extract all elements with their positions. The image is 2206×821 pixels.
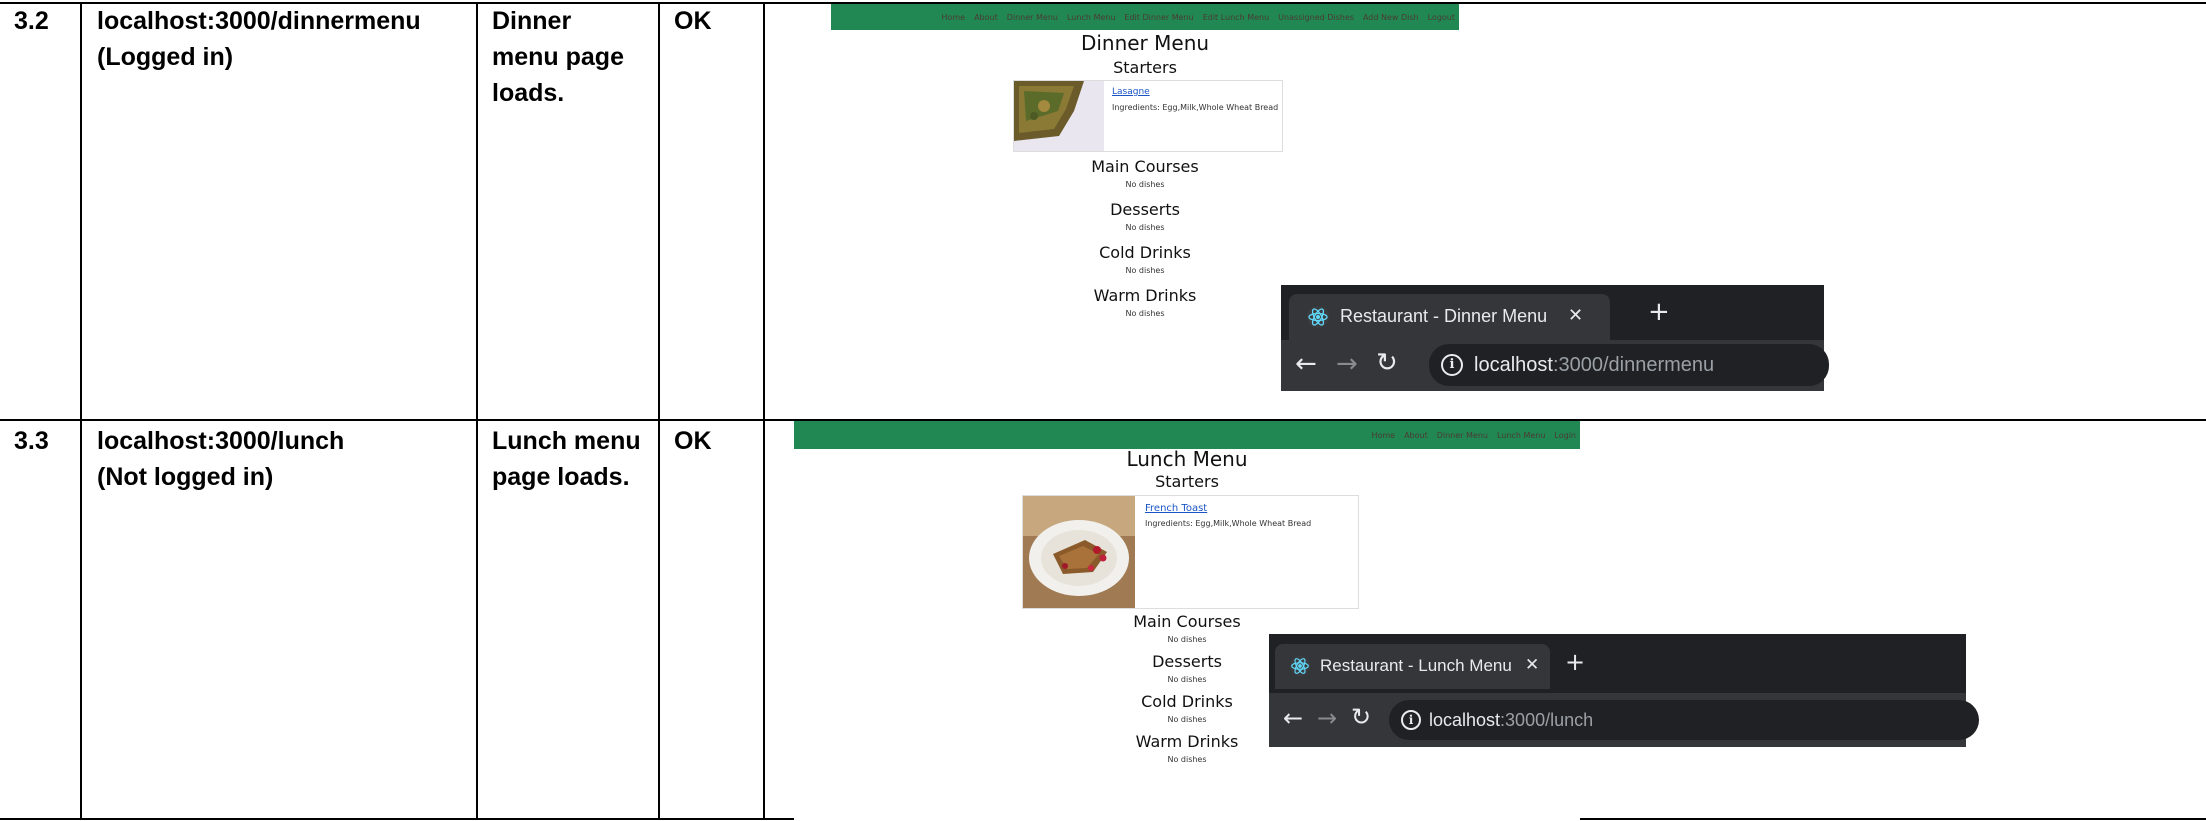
browser-chrome: Restaurant - Lunch Menu ✕ + ← → ↻ i loca… (1269, 634, 1979, 747)
nav-link[interactable]: Dinner Menu (1437, 431, 1488, 440)
row-result-text: OK (674, 7, 712, 35)
nav-link[interactable]: About (1404, 431, 1428, 440)
section-heading-main-courses: Main Courses (1091, 157, 1199, 176)
row-result-text: OK (674, 427, 712, 455)
dish-card: Lasagne Ingredients: Egg,Milk,Whole Whea… (1013, 80, 1283, 152)
row-url: localhost:3000/dinnermenu (Logged in) (97, 3, 421, 75)
dish-name-link[interactable]: French Toast (1145, 503, 1207, 514)
nav-link[interactable]: Edit Dinner Menu (1124, 13, 1193, 22)
react-favicon-icon (1307, 306, 1329, 328)
no-dishes-text: No dishes (1125, 223, 1165, 232)
browser-tab[interactable]: Restaurant - Dinner Menu ✕ (1289, 294, 1610, 340)
url-host: localhost (1474, 354, 1553, 376)
row-url-line: (Not logged in) (97, 463, 274, 491)
browser-tab[interactable]: Restaurant - Lunch Menu ✕ (1275, 644, 1550, 689)
row-id-text: 3.2 (14, 7, 49, 35)
tab-title: Restaurant - Lunch Menu (1320, 656, 1512, 675)
lunch-menu-screenshot: Home About Dinner Menu Lunch Menu Login … (794, 421, 1580, 821)
reload-icon[interactable]: ↻ (1351, 703, 1371, 731)
row-expected-line: loads. (492, 79, 565, 107)
nav-link[interactable]: Unassigned Dishes (1278, 13, 1354, 22)
back-icon[interactable]: ← (1283, 704, 1303, 732)
row-expected: Lunch menu page loads. (492, 423, 641, 495)
browser-chrome: Restaurant - Dinner Menu ✕ + ← → ↻ i loc… (1281, 285, 1829, 391)
no-dishes-text: No dishes (1125, 180, 1165, 189)
nav-link[interactable]: Edit Lunch Menu (1203, 13, 1269, 22)
navbar: Home About Dinner Menu Lunch Menu Edit D… (831, 4, 1459, 30)
page-title: Dinner Menu (1080, 31, 1210, 55)
navbar: Home About Dinner Menu Lunch Menu Login (794, 421, 1580, 449)
row-url-line: localhost:3000/dinnermenu (97, 7, 421, 35)
row-id-text: 3.3 (14, 427, 49, 455)
nav-link[interactable]: Lunch Menu (1067, 13, 1115, 22)
url-field[interactable]: i localhost:3000/dinnermenu (1429, 344, 1829, 386)
nav-link[interactable]: Dinner Menu (1007, 13, 1058, 22)
url-path: :3000/dinnermenu (1552, 354, 1715, 376)
table-col-divider (476, 2, 478, 820)
no-dishes-text: No dishes (1125, 266, 1165, 275)
row-url-line: localhost:3000/lunch (97, 427, 345, 455)
row-url: localhost:3000/lunch (Not logged in) (97, 423, 344, 495)
row-id: 3.3 (14, 423, 49, 459)
no-dishes-text: No dishes (1167, 755, 1207, 764)
dish-card: French Toast Ingredients: Egg,Milk,Whole… (1022, 495, 1359, 609)
nav-link[interactable]: About (974, 13, 998, 22)
dish-ingredients: Ingredients: Egg,Milk,Whole Wheat Bread (1112, 103, 1279, 112)
nav-link[interactable]: Add New Dish (1363, 13, 1419, 22)
nav-link[interactable]: Home (941, 13, 965, 22)
tab-title: Restaurant - Dinner Menu (1340, 306, 1548, 326)
section-heading-desserts: Desserts (1110, 200, 1180, 219)
row-result: OK (674, 3, 712, 39)
row-expected-line: Lunch menu (492, 427, 641, 455)
table-col-divider (763, 2, 765, 820)
section-heading-starters: Starters (1113, 58, 1177, 77)
url-text: localhost:3000/dinnermenu (1474, 354, 1714, 377)
dish-image (1023, 496, 1135, 608)
address-bar: ← → ↻ i localhost:3000/lunch (1269, 693, 1979, 747)
forward-icon[interactable]: → (1336, 349, 1358, 379)
address-bar: ← → ↻ i localhost:3000/dinnermenu (1281, 340, 1829, 391)
reload-icon[interactable]: ↻ (1376, 348, 1398, 378)
row-expected-line: Dinner (492, 7, 572, 35)
table-col-divider (658, 2, 660, 820)
section-heading-cold-drinks: Cold Drinks (1099, 243, 1191, 262)
row-url-line: (Logged in) (97, 43, 234, 71)
nav-link[interactable]: Home (1371, 431, 1395, 440)
back-icon[interactable]: ← (1295, 349, 1317, 379)
dish-image (1014, 81, 1104, 151)
new-tab-icon[interactable]: + (1648, 297, 1670, 327)
nav-links: Home About Dinner Menu Lunch Menu Login (1371, 421, 1576, 449)
info-icon[interactable]: i (1401, 710, 1421, 730)
close-icon[interactable]: ✕ (1525, 655, 1539, 675)
close-icon[interactable]: ✕ (1568, 305, 1583, 326)
nav-links: Home About Dinner Menu Lunch Menu Edit D… (941, 4, 1455, 30)
section-heading-main-courses: Main Courses (1133, 612, 1241, 631)
dish-name-link[interactable]: Lasagne (1112, 87, 1150, 97)
new-tab-icon[interactable]: + (1565, 648, 1585, 676)
table-col-divider (80, 2, 82, 820)
url-path: :3000/lunch (1500, 710, 1594, 730)
page-title: Lunch Menu (1126, 447, 1248, 471)
row-expected: Dinner menu page loads. (492, 3, 624, 111)
dish-ingredients: Ingredients: Egg,Milk,Whole Wheat Bread (1145, 519, 1312, 528)
url-text: localhost:3000/lunch (1429, 710, 1593, 731)
row-result: OK (674, 423, 712, 459)
row-expected-line: menu page (492, 43, 624, 71)
nav-link[interactable]: Logout (1428, 13, 1455, 22)
nav-link[interactable]: Lunch Menu (1497, 431, 1545, 440)
forward-icon[interactable]: → (1317, 704, 1337, 732)
nav-link[interactable]: Login (1554, 431, 1576, 440)
react-favicon-icon (1289, 655, 1311, 677)
section-heading-starters: Starters (1155, 472, 1219, 491)
row-id: 3.2 (14, 3, 49, 39)
info-icon[interactable]: i (1441, 354, 1463, 376)
row-expected-line: page loads. (492, 463, 630, 491)
url-host: localhost (1429, 710, 1501, 730)
url-field[interactable]: i localhost:3000/lunch (1389, 700, 1979, 740)
